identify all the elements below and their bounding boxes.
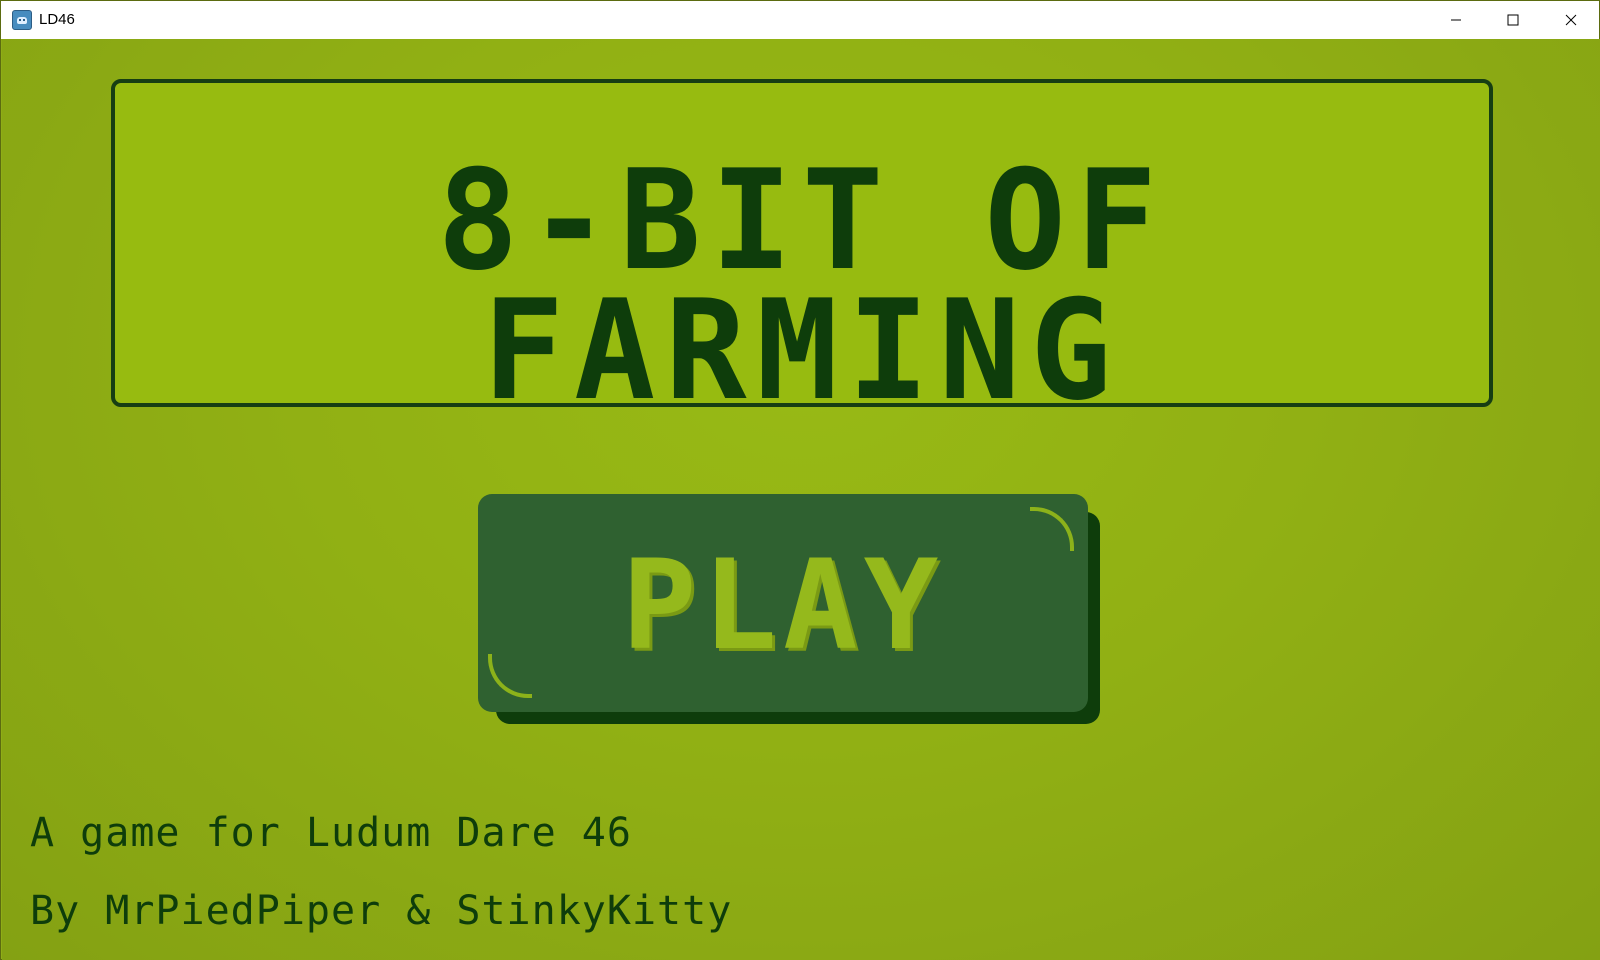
maximize-icon xyxy=(1507,14,1519,26)
button-shine-top-right xyxy=(1030,507,1074,551)
title-bar[interactable]: LD46 xyxy=(1,1,1599,39)
close-button[interactable] xyxy=(1542,1,1600,39)
title-panel: 8-BIT OF FARMING xyxy=(111,79,1493,420)
game-title: 8-BIT OF FARMING xyxy=(437,140,1167,431)
credit-line-event: A game for Ludum Dare 46 xyxy=(30,810,632,856)
button-shine-bottom-left xyxy=(488,654,532,698)
minimize-button[interactable] xyxy=(1427,1,1485,39)
minimize-icon xyxy=(1451,19,1461,21)
godot-icon xyxy=(12,10,32,30)
maximize-button[interactable] xyxy=(1484,1,1542,39)
window-title: LD46 xyxy=(39,11,75,28)
game-canvas: 8-BIT OF FARMING PLAY A game for Ludum D… xyxy=(2,39,1600,960)
play-button[interactable]: PLAY xyxy=(478,494,1100,724)
play-button-face: PLAY xyxy=(478,494,1088,712)
credit-line-authors: By MrPiedPiper & StinkyKitty xyxy=(30,888,733,934)
game-window: LD46 8-BIT OF FARMING PLAY A game for Lu… xyxy=(0,0,1600,960)
close-icon xyxy=(1565,14,1577,26)
play-button-label: PLAY xyxy=(621,534,945,678)
